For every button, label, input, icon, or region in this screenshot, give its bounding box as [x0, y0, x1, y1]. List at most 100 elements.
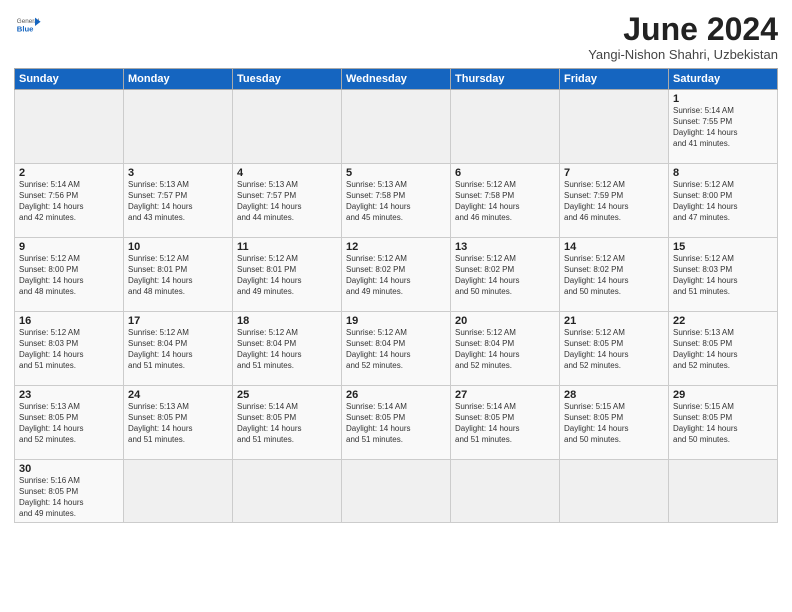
day-info: Sunrise: 5:14 AM Sunset: 8:05 PM Dayligh…	[455, 402, 555, 445]
table-row: 5Sunrise: 5:13 AM Sunset: 7:58 PM Daylig…	[342, 164, 451, 238]
table-row	[15, 90, 124, 164]
day-info: Sunrise: 5:12 AM Sunset: 7:59 PM Dayligh…	[564, 180, 664, 223]
day-info: Sunrise: 5:12 AM Sunset: 8:02 PM Dayligh…	[346, 254, 446, 297]
month-title: June 2024	[588, 12, 778, 47]
table-row: 17Sunrise: 5:12 AM Sunset: 8:04 PM Dayli…	[124, 312, 233, 386]
table-row: 10Sunrise: 5:12 AM Sunset: 8:01 PM Dayli…	[124, 238, 233, 312]
header-friday: Friday	[560, 69, 669, 90]
table-row: 21Sunrise: 5:12 AM Sunset: 8:05 PM Dayli…	[560, 312, 669, 386]
day-info: Sunrise: 5:12 AM Sunset: 8:00 PM Dayligh…	[673, 180, 773, 223]
day-info: Sunrise: 5:13 AM Sunset: 7:57 PM Dayligh…	[128, 180, 228, 223]
day-number: 27	[455, 389, 555, 401]
header: General Blue June 2024 Yangi-Nishon Shah…	[14, 12, 778, 62]
day-info: Sunrise: 5:12 AM Sunset: 8:04 PM Dayligh…	[237, 328, 337, 371]
table-row: 23Sunrise: 5:13 AM Sunset: 8:05 PM Dayli…	[15, 386, 124, 460]
day-info: Sunrise: 5:12 AM Sunset: 8:01 PM Dayligh…	[237, 254, 337, 297]
day-number: 25	[237, 389, 337, 401]
table-row: 25Sunrise: 5:14 AM Sunset: 8:05 PM Dayli…	[233, 386, 342, 460]
table-row	[233, 460, 342, 523]
day-number: 15	[673, 241, 773, 253]
day-number: 10	[128, 241, 228, 253]
header-thursday: Thursday	[451, 69, 560, 90]
day-number: 24	[128, 389, 228, 401]
day-info: Sunrise: 5:16 AM Sunset: 8:05 PM Dayligh…	[19, 476, 119, 519]
table-row	[342, 460, 451, 523]
table-row	[124, 460, 233, 523]
day-info: Sunrise: 5:12 AM Sunset: 8:03 PM Dayligh…	[673, 254, 773, 297]
table-row: 9Sunrise: 5:12 AM Sunset: 8:00 PM Daylig…	[15, 238, 124, 312]
table-row: 15Sunrise: 5:12 AM Sunset: 8:03 PM Dayli…	[669, 238, 778, 312]
title-block: June 2024 Yangi-Nishon Shahri, Uzbekista…	[588, 12, 778, 62]
header-saturday: Saturday	[669, 69, 778, 90]
header-sunday: Sunday	[15, 69, 124, 90]
table-row	[451, 460, 560, 523]
day-number: 20	[455, 315, 555, 327]
table-row: 24Sunrise: 5:13 AM Sunset: 8:05 PM Dayli…	[124, 386, 233, 460]
day-info: Sunrise: 5:12 AM Sunset: 8:04 PM Dayligh…	[455, 328, 555, 371]
table-row: 30Sunrise: 5:16 AM Sunset: 8:05 PM Dayli…	[15, 460, 124, 523]
day-number: 11	[237, 241, 337, 253]
day-number: 21	[564, 315, 664, 327]
day-number: 7	[564, 167, 664, 179]
day-number: 14	[564, 241, 664, 253]
table-row: 7Sunrise: 5:12 AM Sunset: 7:59 PM Daylig…	[560, 164, 669, 238]
table-row	[342, 90, 451, 164]
table-row: 29Sunrise: 5:15 AM Sunset: 8:05 PM Dayli…	[669, 386, 778, 460]
table-row: 2Sunrise: 5:14 AM Sunset: 7:56 PM Daylig…	[15, 164, 124, 238]
svg-text:Blue: Blue	[17, 25, 34, 34]
table-row: 22Sunrise: 5:13 AM Sunset: 8:05 PM Dayli…	[669, 312, 778, 386]
table-row	[124, 90, 233, 164]
day-number: 4	[237, 167, 337, 179]
table-row: 8Sunrise: 5:12 AM Sunset: 8:00 PM Daylig…	[669, 164, 778, 238]
day-number: 22	[673, 315, 773, 327]
table-row: 1Sunrise: 5:14 AM Sunset: 7:55 PM Daylig…	[669, 90, 778, 164]
table-row: 4Sunrise: 5:13 AM Sunset: 7:57 PM Daylig…	[233, 164, 342, 238]
day-info: Sunrise: 5:14 AM Sunset: 7:55 PM Dayligh…	[673, 106, 773, 149]
day-number: 26	[346, 389, 446, 401]
day-info: Sunrise: 5:13 AM Sunset: 8:05 PM Dayligh…	[19, 402, 119, 445]
day-info: Sunrise: 5:12 AM Sunset: 8:00 PM Dayligh…	[19, 254, 119, 297]
day-number: 16	[19, 315, 119, 327]
day-number: 30	[19, 463, 119, 475]
header-wednesday: Wednesday	[342, 69, 451, 90]
day-number: 6	[455, 167, 555, 179]
day-info: Sunrise: 5:12 AM Sunset: 8:04 PM Dayligh…	[128, 328, 228, 371]
table-row: 28Sunrise: 5:15 AM Sunset: 8:05 PM Dayli…	[560, 386, 669, 460]
table-row	[560, 460, 669, 523]
day-info: Sunrise: 5:15 AM Sunset: 8:05 PM Dayligh…	[564, 402, 664, 445]
day-info: Sunrise: 5:12 AM Sunset: 8:02 PM Dayligh…	[564, 254, 664, 297]
day-info: Sunrise: 5:12 AM Sunset: 8:01 PM Dayligh…	[128, 254, 228, 297]
header-tuesday: Tuesday	[233, 69, 342, 90]
day-info: Sunrise: 5:14 AM Sunset: 8:05 PM Dayligh…	[346, 402, 446, 445]
table-row: 16Sunrise: 5:12 AM Sunset: 8:03 PM Dayli…	[15, 312, 124, 386]
day-info: Sunrise: 5:14 AM Sunset: 8:05 PM Dayligh…	[237, 402, 337, 445]
day-number: 12	[346, 241, 446, 253]
day-info: Sunrise: 5:13 AM Sunset: 7:57 PM Dayligh…	[237, 180, 337, 223]
table-row	[451, 90, 560, 164]
calendar-header-row: Sunday Monday Tuesday Wednesday Thursday…	[15, 69, 778, 90]
table-row	[669, 460, 778, 523]
calendar-table: Sunday Monday Tuesday Wednesday Thursday…	[14, 68, 778, 523]
day-number: 17	[128, 315, 228, 327]
table-row	[560, 90, 669, 164]
day-info: Sunrise: 5:14 AM Sunset: 7:56 PM Dayligh…	[19, 180, 119, 223]
day-number: 28	[564, 389, 664, 401]
table-row: 12Sunrise: 5:12 AM Sunset: 8:02 PM Dayli…	[342, 238, 451, 312]
day-number: 9	[19, 241, 119, 253]
day-number: 1	[673, 93, 773, 105]
day-info: Sunrise: 5:13 AM Sunset: 8:05 PM Dayligh…	[128, 402, 228, 445]
day-number: 5	[346, 167, 446, 179]
table-row: 14Sunrise: 5:12 AM Sunset: 8:02 PM Dayli…	[560, 238, 669, 312]
day-info: Sunrise: 5:15 AM Sunset: 8:05 PM Dayligh…	[673, 402, 773, 445]
day-number: 18	[237, 315, 337, 327]
day-info: Sunrise: 5:12 AM Sunset: 8:04 PM Dayligh…	[346, 328, 446, 371]
day-number: 13	[455, 241, 555, 253]
day-info: Sunrise: 5:13 AM Sunset: 7:58 PM Dayligh…	[346, 180, 446, 223]
day-info: Sunrise: 5:13 AM Sunset: 8:05 PM Dayligh…	[673, 328, 773, 371]
table-row: 11Sunrise: 5:12 AM Sunset: 8:01 PM Dayli…	[233, 238, 342, 312]
table-row: 19Sunrise: 5:12 AM Sunset: 8:04 PM Dayli…	[342, 312, 451, 386]
table-row: 26Sunrise: 5:14 AM Sunset: 8:05 PM Dayli…	[342, 386, 451, 460]
table-row	[233, 90, 342, 164]
generalblue-icon: General Blue	[14, 12, 42, 40]
header-monday: Monday	[124, 69, 233, 90]
